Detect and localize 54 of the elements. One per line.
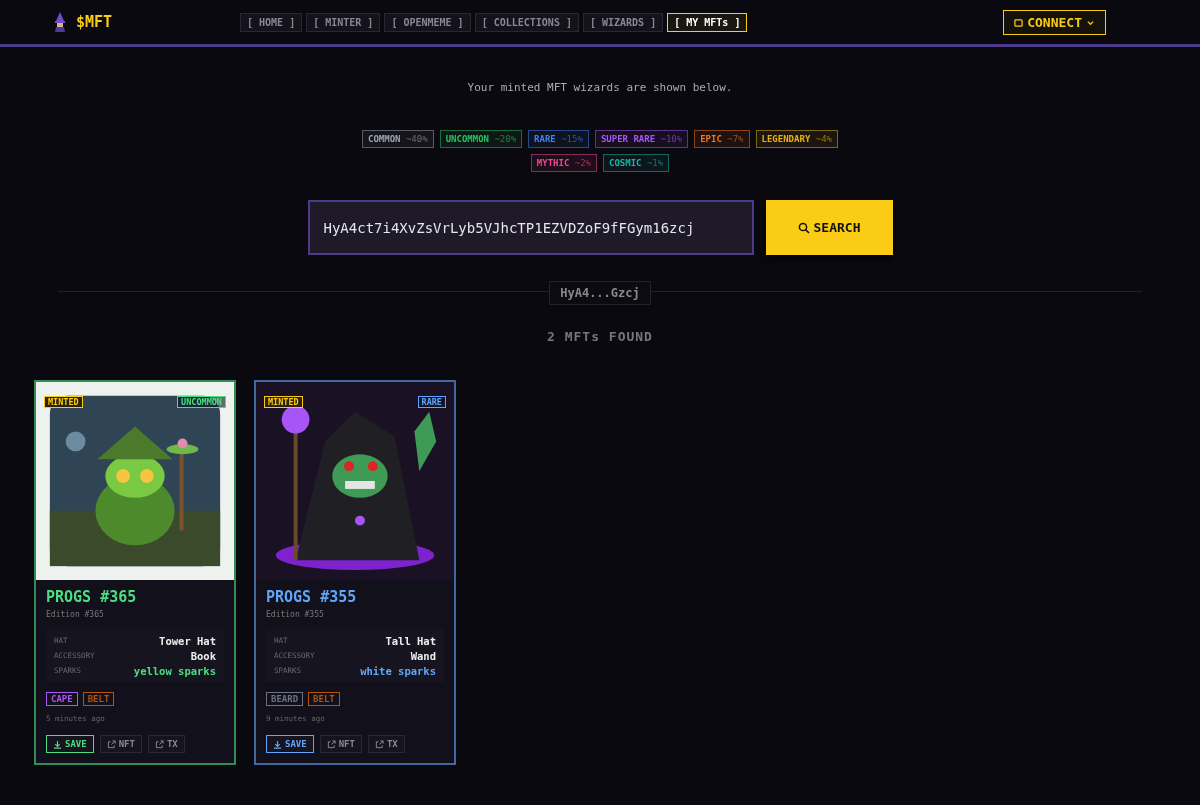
logo-text[interactable]: $MFT [76,13,113,31]
card-action-button[interactable]: NFT [99,735,142,753]
nav-tab[interactable]: [ COLLECTIONS ] [474,12,579,32]
status-badge: MINTED [264,396,303,408]
download-icon [53,739,62,749]
download-icon [273,739,282,749]
rarity-tag: MYTHIC ~2% [530,154,597,172]
trait-value: yellow sparks [133,664,216,677]
trait-value: Tall Hat [385,634,436,647]
nav-tab[interactable]: [ HOME ] [240,12,303,32]
external-link-icon [326,739,336,749]
wallet-label: HyA4...Gzcj [549,280,651,305]
rarity-tag: LEGENDARY ~4% [755,130,838,148]
external-link-icon [154,739,164,749]
trait-value: Book [190,649,216,662]
card-action-button[interactable]: SAVE [46,735,94,753]
card-title: PROGS #355 [266,588,358,606]
external-link-icon [106,739,116,749]
nav-tab[interactable]: [ MY MFTs ] [667,12,748,32]
rarity-badge: RARE [417,396,446,408]
rarity-tag: COSMIC ~1% [603,154,670,172]
trait-tag: CAPE [46,692,78,706]
search-button[interactable]: SEARCH [765,200,893,255]
nav-tab[interactable]: [ MINTER ] [306,12,381,32]
card-title: PROGS #365 [46,588,138,606]
card-action-button[interactable]: TX [147,735,185,753]
rarity-tag: SUPER RARE ~10% [594,130,689,148]
rarity-tag: COMMON ~40% [362,130,434,148]
nav-tab[interactable]: [ WIZARDS ] [582,12,664,32]
results-count: 2 MFTs FOUND [547,329,653,344]
wallet-input-field[interactable]: HyA4ct7i4XvZsVrLyb5VJhcTP1EZVDZoF9fFGym16zcj [307,200,754,255]
card-action-button[interactable]: TX [367,735,405,753]
edition-text: Edition #365 [46,610,105,619]
connect-button[interactable]: CONNECT [1003,9,1106,35]
trait-tag: BELT [82,692,115,706]
trait-tag: BEARD [266,692,304,706]
nav-tab[interactable]: [ OPENMEME ] [384,12,471,32]
rarity-tag: RARE ~15% [528,130,589,148]
wallet-icon [1014,17,1024,27]
rarity-tag: EPIC ~7% [694,130,750,148]
status-badge: MINTED [44,396,83,408]
card-action-button[interactable]: NFT [319,735,362,753]
edition-text: Edition #355 [266,610,325,619]
external-link-icon [374,739,384,749]
card-action-button[interactable]: SAVE [266,735,314,753]
wizard-icon [54,12,66,32]
rarity-badge: UNCOMMON [177,396,226,408]
trait-tag: BELT [308,692,340,706]
trait-value: white sparks [360,664,436,677]
trait-value: Wand [410,649,436,662]
subtitle: Your minted MFT wizards are shown below. [467,81,733,94]
search-icon [797,221,810,234]
rarity-tag: UNCOMMON ~20% [439,130,523,148]
trait-value: Tower Hat [159,634,216,647]
